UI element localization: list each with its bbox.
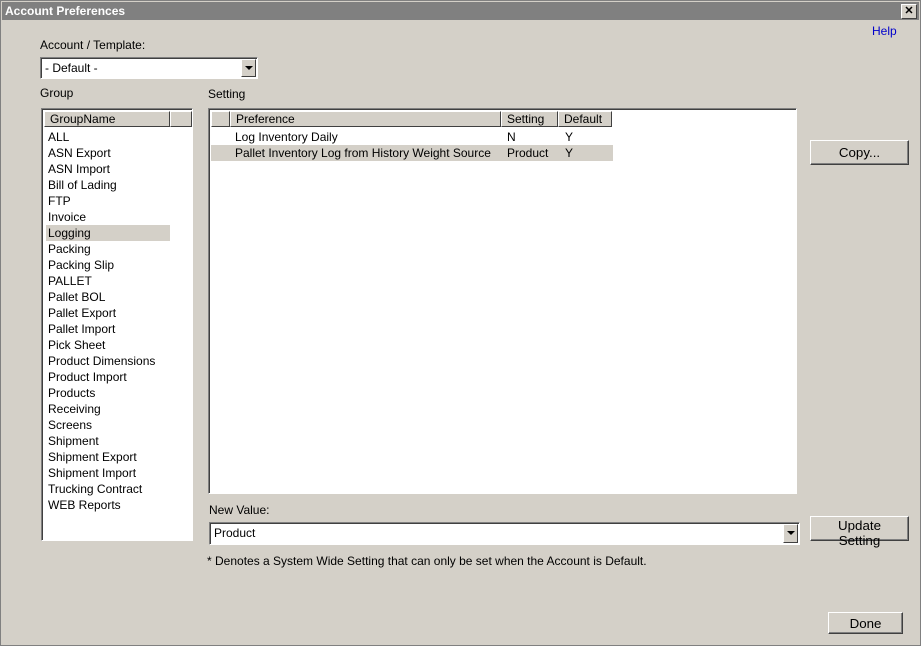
group-item[interactable]: Shipment Import — [46, 465, 170, 481]
setting-cell: Product — [507, 146, 549, 160]
group-item[interactable]: Shipment — [46, 433, 170, 449]
group-item[interactable]: Pallet Import — [46, 321, 170, 337]
close-icon[interactable]: ✕ — [901, 4, 917, 19]
group-item[interactable]: Packing Slip — [46, 257, 170, 273]
group-label: Group — [40, 86, 74, 100]
copy-button[interactable]: Copy... — [810, 140, 909, 165]
setting-column-header[interactable]: Setting — [501, 111, 558, 127]
new-value-dropdown[interactable]: Product — [209, 522, 800, 545]
preference-cell: Pallet Inventory Log from History Weight… — [235, 146, 491, 160]
update-setting-button[interactable]: Update Setting — [810, 516, 909, 548]
group-item[interactable]: Screens — [46, 417, 170, 433]
account-template-dropdown[interactable]: - Default - — [40, 57, 258, 79]
group-list[interactable]: GroupName ALL ASN Export ASN Import Bill of… — [41, 108, 193, 541]
system-wide-note: * Denotes a System Wide Setting that can… — [207, 554, 647, 568]
group-item[interactable]: Pallet Export — [46, 305, 170, 321]
group-item[interactable]: Packing — [46, 241, 170, 257]
default-cell: Y — [565, 130, 574, 144]
group-item[interactable]: ASN Import — [46, 161, 170, 177]
group-item[interactable]: Product Dimensions — [46, 353, 170, 369]
group-item[interactable]: Product Import — [46, 369, 170, 385]
group-item[interactable]: PALLET — [46, 273, 170, 289]
group-item[interactable]: Bill of Lading — [46, 177, 170, 193]
setting-cell: N — [507, 130, 516, 144]
groupname-column-header[interactable]: GroupName — [44, 111, 170, 127]
chevron-down-icon[interactable] — [241, 59, 256, 77]
setting-row[interactable]: Pallet Inventory Log from History Weight… — [211, 145, 613, 161]
group-item[interactable]: Pick Sheet — [46, 337, 170, 353]
group-item[interactable]: Pallet BOL — [46, 289, 170, 305]
default-column-header[interactable]: Default — [558, 111, 612, 127]
group-item[interactable]: Products — [46, 385, 170, 401]
window-title: Account Preferences — [5, 4, 126, 18]
setting-label: Setting — [208, 87, 246, 101]
group-item[interactable]: Shipment Export — [46, 449, 170, 465]
chevron-down-icon[interactable] — [783, 524, 798, 543]
title-bar: Account Preferences ✕ — [2, 2, 919, 20]
group-item[interactable]: FTP — [46, 193, 170, 209]
group-header-filler — [170, 111, 192, 127]
group-item[interactable]: Trucking Contract — [46, 481, 170, 497]
account-template-label: Account / Template: — [40, 38, 146, 52]
group-item[interactable]: Logging — [46, 225, 170, 241]
row-indicator-header — [211, 111, 230, 127]
account-template-value: - Default - — [45, 61, 98, 75]
setting-row[interactable]: Log Inventory Daily N Y — [211, 129, 613, 145]
group-item[interactable]: ASN Export — [46, 145, 170, 161]
group-item[interactable]: Receiving — [46, 401, 170, 417]
preference-column-header[interactable]: Preference — [230, 111, 501, 127]
default-cell: Y — [565, 146, 574, 160]
group-item[interactable]: ALL — [46, 129, 170, 145]
group-item[interactable]: Invoice — [46, 209, 170, 225]
group-item[interactable]: WEB Reports — [46, 497, 170, 513]
preference-cell: Log Inventory Daily — [235, 130, 338, 144]
done-button[interactable]: Done — [828, 612, 903, 634]
setting-table[interactable]: Preference Setting Default Log Inventory… — [208, 108, 797, 494]
new-value-value: Product — [214, 526, 256, 540]
help-link[interactable]: Help — [872, 24, 897, 38]
new-value-label: New Value: — [209, 503, 270, 517]
